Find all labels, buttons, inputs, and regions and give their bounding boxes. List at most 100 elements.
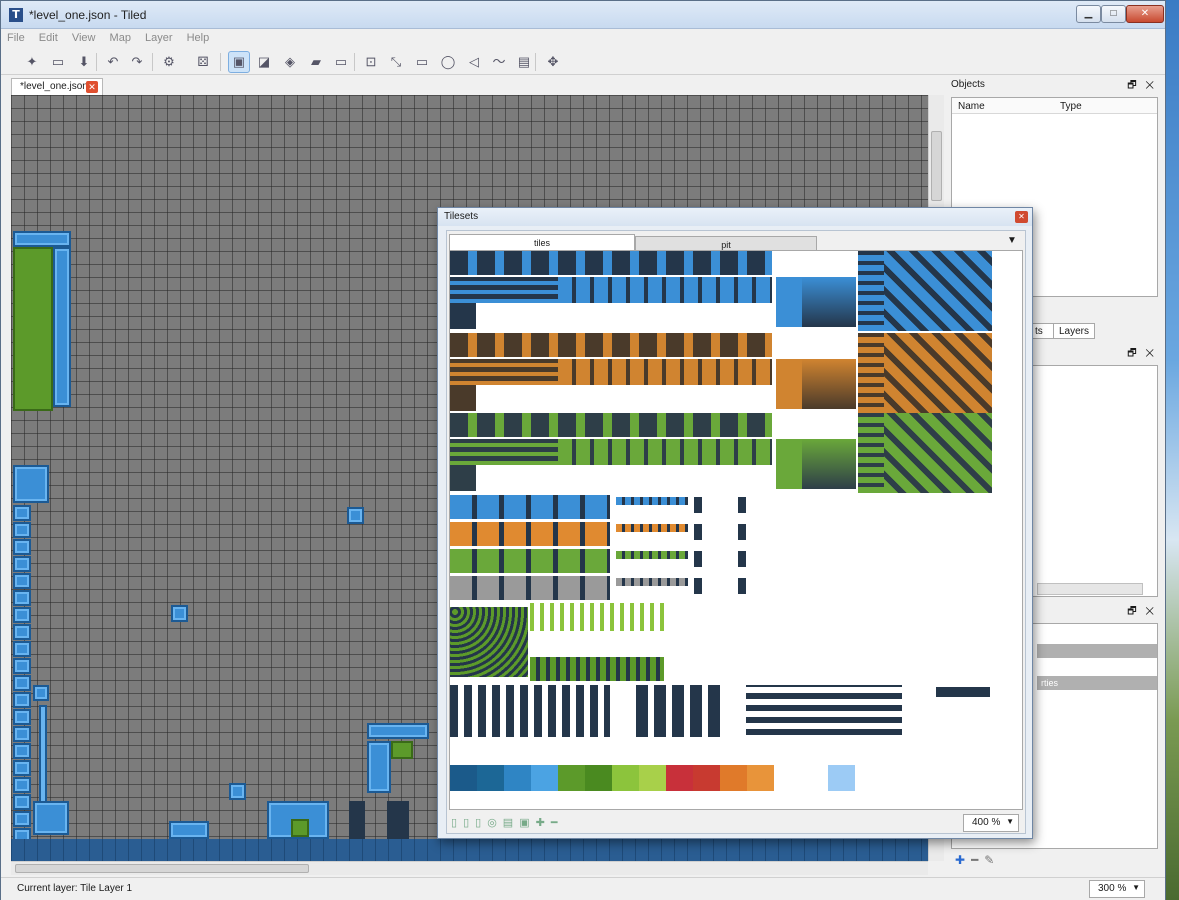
property-row[interactable] (1037, 644, 1157, 658)
tile-foliage[interactable] (450, 607, 528, 677)
tile-row[interactable] (558, 359, 772, 385)
insert-polygon-icon[interactable]: ◁ (463, 51, 485, 73)
tile-foliage[interactable] (530, 657, 664, 681)
tile[interactable] (450, 303, 476, 329)
tile-row[interactable] (450, 576, 610, 600)
color-swatch[interactable] (801, 765, 828, 791)
tile-misc[interactable] (450, 685, 610, 737)
property-row[interactable]: rties (1037, 676, 1157, 690)
tile[interactable] (694, 497, 702, 513)
tile-row[interactable] (450, 277, 558, 303)
tile-misc[interactable] (636, 685, 722, 737)
tile-misc[interactable] (746, 685, 902, 735)
stamp-brush-icon[interactable]: ▣ (228, 51, 250, 73)
redo-icon[interactable]: ↷ (126, 51, 148, 73)
tile-row[interactable] (450, 359, 558, 385)
tile-row[interactable] (558, 439, 772, 465)
insert-polyline-icon[interactable]: 〜 (488, 51, 510, 73)
insert-ellipse-icon[interactable]: ◯ (437, 51, 459, 73)
edit-polygons-icon[interactable]: ⤡ (385, 51, 407, 73)
tile-block[interactable] (802, 359, 856, 409)
tile[interactable] (738, 551, 746, 567)
color-swatch[interactable] (477, 765, 504, 791)
menu-edit[interactable]: Edit (33, 29, 63, 44)
menu-view[interactable]: View (66, 29, 101, 44)
color-swatch[interactable] (639, 765, 666, 791)
tile-row[interactable] (450, 413, 772, 437)
magic-wand-icon[interactable]: ✥ (542, 51, 564, 73)
tile[interactable] (450, 385, 476, 411)
insert-tile-icon[interactable]: ▤ (513, 51, 535, 73)
tile[interactable] (738, 497, 746, 513)
color-swatch[interactable] (585, 765, 612, 791)
tile[interactable] (694, 524, 702, 540)
menu-help[interactable]: Help (181, 29, 215, 44)
close-icon[interactable]: ✕ (1015, 211, 1028, 223)
tile-row[interactable] (450, 495, 610, 519)
color-swatch[interactable] (828, 765, 855, 791)
menu-map[interactable]: Map (104, 29, 136, 44)
tile-row[interactable] (450, 333, 772, 357)
remove-tileset-icon[interactable]: ▤ (503, 817, 519, 829)
undo-icon[interactable]: ↶ (102, 51, 124, 73)
save-icon[interactable]: ⬇ (73, 51, 95, 73)
tile[interactable] (694, 578, 702, 594)
select-objects-icon[interactable]: ⊡ (360, 51, 382, 73)
dock-float-close-icon[interactable]: 🗗 ✕ (1127, 78, 1157, 95)
remove-icon[interactable]: ━ (551, 817, 564, 829)
map-zoom-select[interactable]: 300 % ▼ (1089, 880, 1145, 898)
tile-row[interactable] (450, 522, 610, 546)
tile[interactable] (694, 551, 702, 567)
tabs-dropdown-icon[interactable]: ▼ (1007, 235, 1017, 246)
import-tileset-icon[interactable]: ▯ (463, 817, 475, 829)
color-swatch[interactable] (558, 765, 585, 791)
menu-layer[interactable]: Layer (139, 29, 178, 44)
color-swatch[interactable] (612, 765, 639, 791)
tile[interactable] (738, 524, 746, 540)
tile[interactable] (738, 578, 746, 594)
tile-misc[interactable] (936, 687, 990, 697)
maximize-button[interactable]: □ (1101, 5, 1126, 23)
color-swatch[interactable] (531, 765, 558, 791)
tab-pit[interactable]: pit (635, 236, 817, 251)
color-swatch[interactable] (666, 765, 693, 791)
tab-layers[interactable]: Layers (1053, 323, 1095, 339)
tile-strip[interactable] (616, 578, 688, 586)
color-swatch[interactable] (720, 765, 747, 791)
tile-block[interactable] (802, 439, 856, 489)
open-icon[interactable]: ▭ (47, 51, 69, 73)
tileset-zoom-select[interactable]: 400 % ▼ (963, 814, 1019, 832)
export-tileset-icon[interactable]: ▯ (475, 817, 487, 829)
edit-terrain-icon[interactable]: ▣ (519, 817, 535, 829)
tab-tiles[interactable]: tiles (449, 234, 635, 251)
tile-strip[interactable] (616, 551, 688, 559)
tilesets-title-bar[interactable]: Tilesets ✕ (438, 208, 1032, 226)
tile-strip[interactable] (616, 524, 688, 532)
scroll-thumb[interactable] (15, 864, 309, 873)
tile-row[interactable] (450, 549, 610, 573)
dock-float-close-icon[interactable]: 🗗 ✕ (1127, 604, 1157, 621)
tile[interactable] (450, 465, 476, 491)
column-header-name[interactable]: Name (958, 101, 985, 112)
tile-corner[interactable] (884, 413, 992, 493)
tile-corner[interactable] (884, 251, 992, 331)
add-icon[interactable]: ✚ (536, 817, 551, 829)
document-tab[interactable]: *level_one.json ✕ (11, 78, 103, 95)
command-icon[interactable]: ⚙ (158, 51, 180, 73)
tilesets-window[interactable]: Tilesets ✕ tiles pit ▼ ▯▯▯◎▤▣✚━ 400 % ▼ (437, 207, 1033, 839)
close-window-button[interactable]: ✕ (1126, 5, 1164, 23)
properties-icon[interactable]: ◎ (487, 817, 503, 829)
minimize-button[interactable]: ▁ (1076, 5, 1101, 23)
new-map-icon[interactable]: ✦ (21, 51, 43, 73)
map-horizontal-scrollbar[interactable] (11, 861, 928, 875)
layers-horizontal-scrollbar[interactable] (1037, 583, 1143, 595)
color-swatch[interactable] (747, 765, 774, 791)
menu-file[interactable]: File (1, 29, 30, 44)
random-icon[interactable]: ⚄ (192, 51, 214, 73)
close-tab-icon[interactable]: ✕ (86, 81, 98, 93)
edit-property-icon[interactable]: ✎ (984, 853, 1000, 867)
dock-float-close-icon[interactable]: 🗗 ✕ (1127, 346, 1157, 363)
remove-property-icon[interactable]: ━ (971, 853, 984, 867)
tile-block[interactable] (802, 277, 856, 327)
rect-select-icon[interactable]: ▭ (330, 51, 352, 73)
